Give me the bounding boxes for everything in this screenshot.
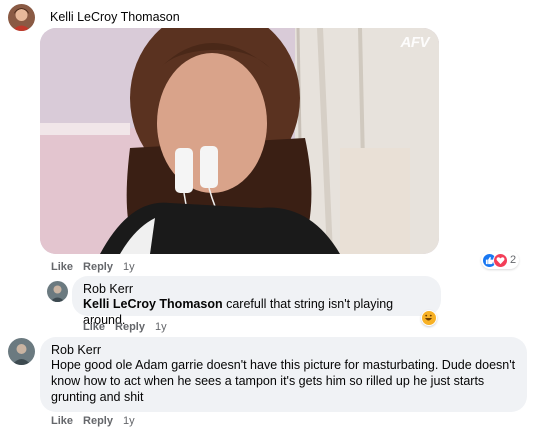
comment-author-avatar[interactable] — [8, 338, 35, 365]
post-actions: Like Reply 1y — [51, 261, 135, 273]
laugh-icon[interactable] — [421, 310, 437, 326]
comment-bubble: Rob Kerr Kelli LeCroy Thomason carefull … — [72, 276, 441, 327]
video-thumbnail — [40, 28, 439, 254]
comment-author-name[interactable]: Rob Kerr — [51, 343, 516, 357]
post-author-avatar[interactable] — [8, 4, 35, 31]
reply-button[interactable]: Reply — [83, 415, 113, 427]
reply-button[interactable]: Reply — [83, 261, 113, 273]
comment-actions: Like Reply 1y — [51, 415, 135, 427]
reactions-summary[interactable]: 2 — [481, 251, 520, 269]
comment-author-name[interactable]: Rob Kerr — [83, 282, 430, 296]
post-image[interactable]: AFV — [40, 28, 439, 254]
love-icon — [493, 252, 508, 268]
comment-text: Hope good ole Adam garrie doesn't have t… — [51, 358, 516, 404]
comment-actions: Like Reply 1y — [83, 321, 167, 333]
avatar-image — [8, 4, 35, 31]
comment-bubble: Rob Kerr Hope good ole Adam garrie doesn… — [40, 337, 527, 412]
reaction-count: 2 — [510, 254, 517, 266]
avatar-image — [47, 281, 68, 302]
like-button[interactable]: Like — [51, 415, 73, 427]
timestamp[interactable]: 1y — [123, 415, 135, 427]
like-button[interactable]: Like — [51, 261, 73, 273]
like-button[interactable]: Like — [83, 321, 105, 333]
timestamp[interactable]: 1y — [155, 321, 167, 333]
avatar-image — [8, 338, 35, 365]
timestamp[interactable]: 1y — [123, 261, 135, 273]
afv-watermark: AFV — [400, 34, 430, 51]
post-author-name[interactable]: Kelli LeCroy Thomason — [50, 10, 180, 24]
comment-author-avatar[interactable] — [47, 281, 68, 302]
mention-link[interactable]: Kelli LeCroy Thomason — [83, 297, 223, 311]
reply-button[interactable]: Reply — [115, 321, 145, 333]
